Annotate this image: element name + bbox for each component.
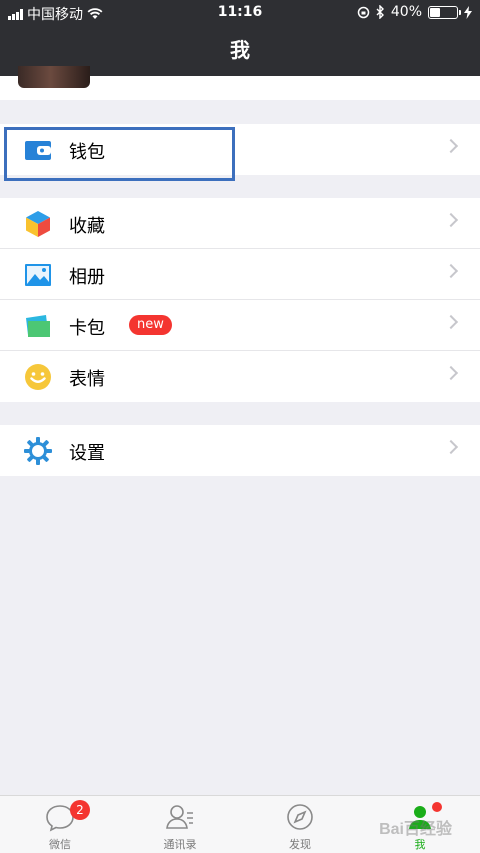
favorites-cube-icon bbox=[26, 211, 50, 237]
contacts-icon bbox=[166, 805, 193, 829]
chevron-right-icon bbox=[443, 212, 459, 228]
battery-icon bbox=[428, 5, 461, 19]
tab-contacts[interactable]: 通讯录 bbox=[120, 796, 240, 853]
top-bar: 中国移动 11:16 40% 我 bbox=[0, 0, 480, 76]
bluetooth-icon bbox=[376, 5, 384, 19]
menu-item-stickers[interactable]: 表情 bbox=[0, 351, 480, 402]
menu-item-album[interactable]: 相册 bbox=[0, 249, 480, 300]
tab-chats[interactable]: 2 微信 bbox=[0, 796, 120, 853]
tab-chats-label: 微信 bbox=[49, 838, 71, 851]
album-icon bbox=[25, 264, 51, 286]
card-wallet-label: 卡包 bbox=[69, 318, 105, 339]
chevron-right-icon bbox=[443, 138, 459, 154]
menu-item-card-wallet[interactable]: 卡包 new bbox=[0, 300, 480, 351]
menu-item-settings[interactable]: 设置 bbox=[0, 425, 480, 476]
sticker-smiley-icon bbox=[25, 364, 51, 390]
notification-dot bbox=[432, 802, 442, 812]
highlight-box bbox=[4, 127, 235, 181]
tab-discover[interactable]: 发现 bbox=[240, 796, 360, 853]
menu-item-favorites[interactable]: 收藏 bbox=[0, 198, 480, 249]
chevron-right-icon bbox=[443, 365, 459, 381]
status-right: 40% bbox=[357, 4, 472, 20]
settings-group: 设置 bbox=[0, 425, 480, 476]
watermark: Bai百经验 bbox=[379, 821, 452, 838]
album-label: 相册 bbox=[69, 267, 105, 288]
chevron-right-icon bbox=[443, 439, 459, 455]
battery-percent: 40% bbox=[390, 4, 422, 20]
tab-bar: 2 微信 通讯录 发现 我 Bai百经验 bbox=[0, 795, 480, 853]
settings-gear-icon bbox=[24, 437, 52, 465]
avatar bbox=[18, 66, 90, 88]
favorites-label: 收藏 bbox=[69, 216, 105, 237]
features-group: 收藏 相册 卡包 new 表情 bbox=[0, 198, 480, 402]
stickers-label: 表情 bbox=[69, 369, 105, 390]
discover-compass-icon bbox=[287, 804, 313, 830]
tab-contacts-label: 通讯录 bbox=[163, 838, 197, 851]
tab-discover-label: 发现 bbox=[289, 838, 311, 851]
chevron-right-icon bbox=[443, 314, 459, 330]
status-bar: 中国移动 11:16 40% bbox=[0, 0, 480, 24]
profile-card[interactable] bbox=[0, 66, 480, 100]
orientation-lock-icon bbox=[357, 6, 370, 18]
chevron-right-icon bbox=[443, 263, 459, 279]
unread-badge: 2 bbox=[70, 800, 90, 820]
page-title: 我 bbox=[230, 38, 250, 62]
new-badge: new bbox=[129, 315, 172, 335]
settings-label: 设置 bbox=[69, 443, 105, 464]
card-wallet-icon bbox=[26, 315, 50, 337]
charging-icon bbox=[464, 5, 472, 19]
